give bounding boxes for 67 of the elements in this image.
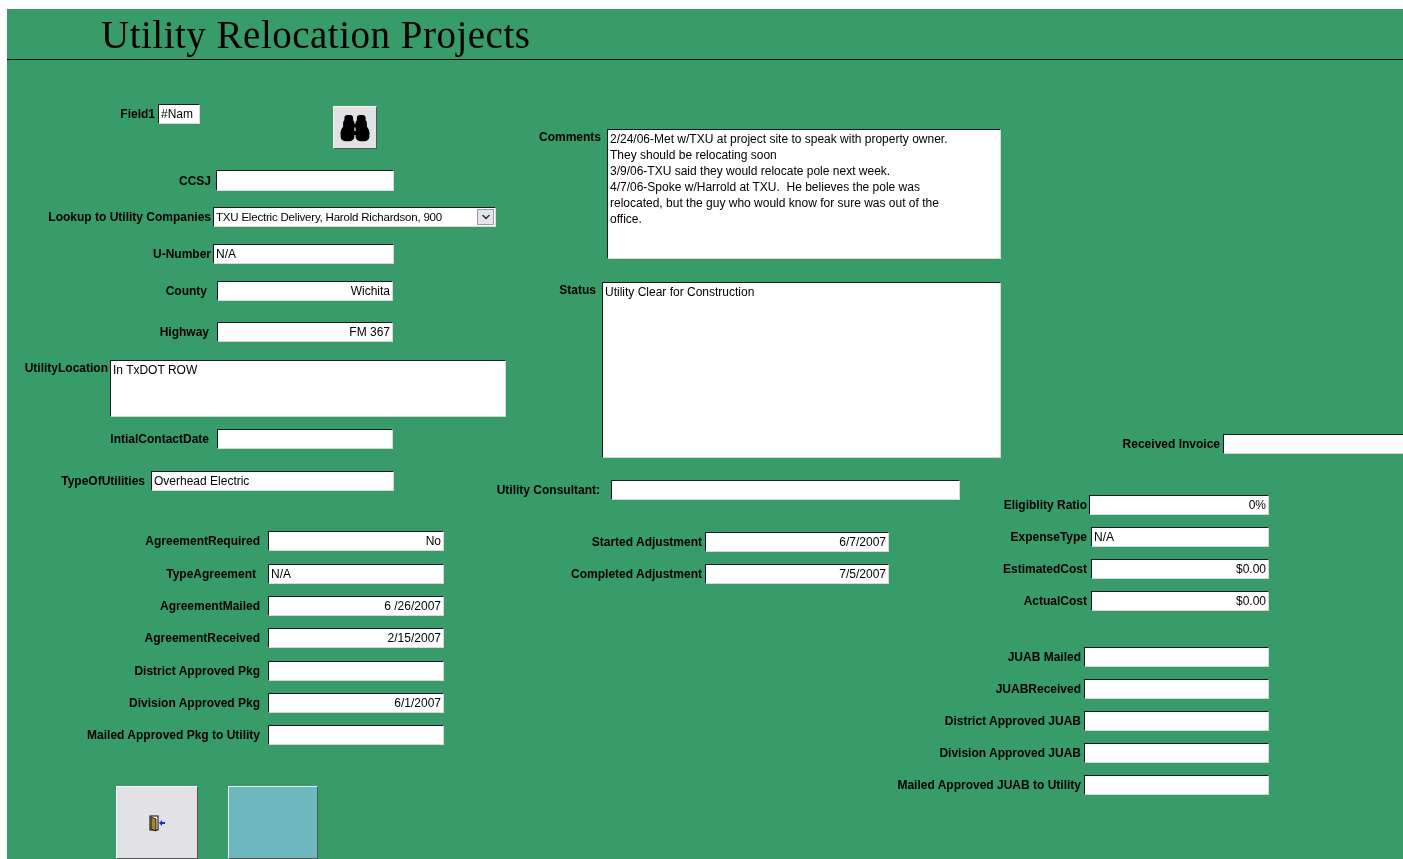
field-label: IntialContactDate (110, 431, 209, 447)
field-label: AgreementReceived (144, 630, 260, 646)
text-field[interactable] (1223, 434, 1403, 454)
text-field[interactable]: 6/7/2007 (705, 532, 889, 552)
field-label: Division Approved JUAB (939, 745, 1081, 761)
text-field[interactable] (268, 661, 444, 681)
door-arrow-icon (148, 813, 166, 832)
field-label: County (165, 283, 207, 299)
text-field[interactable]: FM 367 (217, 322, 393, 342)
field-label: TypeOfUtilities (61, 473, 145, 489)
field-label: Field1 (120, 105, 155, 122)
field-label: Started Adjustment (591, 534, 702, 550)
text-field[interactable]: $0.00 (1091, 559, 1269, 579)
field-label: ExpenseType (1010, 529, 1087, 545)
field-label: Division Approved Pkg (129, 695, 260, 711)
field-label: Mailed Approved JUAB to Utility (897, 777, 1081, 793)
text-field[interactable]: N/A (1091, 527, 1269, 547)
text-field[interactable]: 6 /26/2007 (268, 596, 444, 616)
text-field[interactable]: No (268, 531, 444, 551)
text-field[interactable]: 7/5/2007 (705, 564, 889, 584)
dropdown-field[interactable]: TXU Electric Delivery, Harold Richardson, 900 (213, 207, 496, 227)
field-label: EstimatedCost (1002, 561, 1087, 577)
text-field[interactable]: 6/1/2007 (268, 693, 444, 713)
exit-button[interactable] (116, 786, 198, 859)
binoculars-icon (340, 112, 370, 143)
text-field[interactable] (217, 429, 393, 449)
text-field[interactable] (1084, 679, 1269, 699)
field-label: Completed Adjustment (571, 566, 702, 582)
text-field[interactable] (1084, 711, 1269, 731)
field-label: Mailed Approved Pkg to Utility (87, 727, 260, 743)
text-field[interactable]: Wichita (217, 281, 393, 301)
field-label: JUABReceived (995, 681, 1081, 697)
text-field[interactable]: $0.00 (1091, 591, 1269, 611)
text-field[interactable]: 2/15/2007 (268, 628, 444, 648)
field-label: TypeAgreement (166, 566, 256, 582)
text-field[interactable] (216, 170, 394, 191)
memo-field[interactable]: 2/24/06-Met w/TXU at project site to speak with property owner. They should be relocating soon 3/9/06-TXU said they would relocate pole next week. 4/7/06-Spoke w/Harrold at TXU. He believes the pole was relocated, but the guy who would know for sure was out of the office. (607, 129, 1001, 259)
text-field[interactable] (1084, 647, 1269, 667)
text-field[interactable]: Overhead Electric (151, 471, 394, 491)
field-label: Eligiblity Ratio (1003, 497, 1087, 513)
text-field[interactable] (1084, 743, 1269, 763)
text-field[interactable]: N/A (268, 564, 444, 584)
field-label: AgreementRequired (145, 533, 260, 549)
text-field[interactable]: N/A (213, 244, 394, 264)
field-label: ActualCost (1023, 593, 1087, 609)
text-field[interactable] (1084, 775, 1269, 795)
field-label: District Approved Pkg (134, 663, 260, 679)
field-label: UtilityLocation (24, 360, 108, 376)
field-label: Status (559, 282, 596, 298)
empty-button[interactable] (228, 786, 318, 859)
text-field[interactable]: #Nam (158, 103, 200, 124)
field-label: Received Invoice (1122, 436, 1220, 452)
field-label: District Approved JUAB (944, 713, 1081, 729)
field-label: Comments (539, 129, 601, 145)
memo-field[interactable]: Utility Clear for Construction (602, 282, 1001, 458)
field-label: CCSJ (179, 172, 211, 189)
field-label: JUAB Mailed (1007, 649, 1081, 665)
text-field[interactable] (611, 480, 960, 500)
memo-field[interactable]: In TxDOT ROW (110, 360, 506, 417)
field-label: Utility Consultant: (496, 482, 600, 498)
field-label: AgreementMailed (159, 598, 260, 614)
field-label: Highway (159, 324, 209, 340)
search-button[interactable] (333, 106, 377, 149)
field-label: U-Number (153, 246, 211, 262)
field-label: Lookup to Utility Companies (48, 209, 211, 225)
text-field[interactable]: 0% (1089, 495, 1269, 515)
text-field[interactable] (268, 725, 444, 745)
